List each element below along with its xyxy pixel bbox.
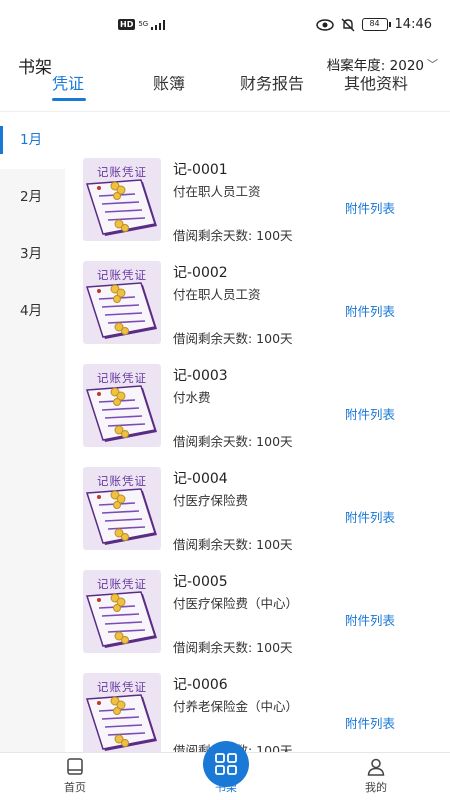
voucher-description: 付在职人员工资 [173,184,261,199]
archive-year-selector[interactable]: 档案年度: 2020 ﹀ [327,54,438,74]
tab-vouchers[interactable]: 凭证 [52,76,84,94]
nav-home[interactable]: 首页 [35,753,115,800]
signal-icon [151,19,166,30]
voucher-code: 记-0003 [173,368,228,384]
voucher-item[interactable]: 记账凭证 记-0003 付水费 借阅剩余天数: 100天 附件列表 [65,318,450,449]
voucher-item[interactable]: 记账凭证 记-0004 付医疗保险费 借阅剩余天数: 100天 附件列表 [65,421,450,552]
attachment-list-link[interactable]: 附件列表 [345,713,395,732]
voucher-description: 付在职人员工资 [173,287,261,302]
voucher-code: 记-0001 [173,162,228,178]
battery-level: 84 [369,19,380,28]
bottom-nav: 首页 书架 我的 [0,741,450,800]
active-tab-indicator [52,98,86,101]
user-icon [367,758,385,776]
tab-ledgers[interactable]: 账簿 [153,76,185,94]
month-item-4[interactable]: 4月 [0,283,65,340]
voucher-document-icon [85,694,157,751]
month-item-1[interactable]: 1月 [0,112,65,169]
voucher-code: 记-0002 [173,265,228,281]
voucher-item[interactable]: 记账凭证 记-0002 付在职人员工资 借阅剩余天数: 100天 附件列表 [65,215,450,346]
voucher-description: 付养老保险金（中心） [173,699,299,714]
network-type: 5G [138,20,149,28]
category-tabs: 凭证 账簿 财务报告 其他资料 [0,76,450,112]
book-icon [67,758,83,775]
month-item-3[interactable]: 3月 [0,226,65,283]
voucher-thumbnail[interactable]: 记账凭证 [83,673,161,752]
nav-home-label: 首页 [64,781,86,794]
status-bar: HD 5G 84 14:46 [0,0,450,50]
battery-icon: 84 [361,18,391,31]
mute-bell-icon [341,18,355,31]
voucher-description: 付医疗保险费 [173,493,249,508]
nav-bookshelf[interactable]: 书架 [186,753,266,800]
voucher-description: 付医疗保险费（中心） [173,596,299,611]
voucher-code: 记-0005 [173,574,228,590]
chevron-down-icon: ﹀ [427,58,438,71]
nav-bookshelf-label: 书架 [215,781,237,794]
voucher-list: 记账凭证 记-0001 付在职人员工资 借阅剩余天数: 100天 附件列表 记账凭证 记… [65,112,450,752]
archive-year-label: 档案年度: 2020 [326,58,424,74]
header: 书架 档案年度: 2020 ﹀ [0,50,450,78]
voucher-item[interactable]: 记账凭证 记-0005 付医疗保险费（中心） 借阅剩余天数: 100天 附件列表 [65,524,450,655]
eye-icon [315,18,334,31]
clock: 14:46 [394,17,432,32]
page-title: 书架 [18,58,52,78]
voucher-item[interactable]: 记账凭证 记-0006付养老保险金（中心）借阅剩余天数: 100天附件列表 [65,627,450,752]
month-item-2[interactable]: 2月 [0,169,65,226]
tab-financial-reports[interactable]: 财务报告 [240,76,304,94]
network-indicators: HD 5G [118,19,166,30]
voucher-code: 记-0004 [173,471,228,487]
nav-mine-label: 我的 [365,781,387,794]
voucher-item[interactable]: 记账凭证 记-0001 付在职人员工资 借阅剩余天数: 100天 附件列表 [65,112,450,243]
voucher-description: 付水费 [173,390,211,405]
tab-other-materials[interactable]: 其他资料 [344,76,408,94]
voucher-code: 记-0006 [173,677,228,693]
month-sidebar: 1月 2月 3月 4月 [0,112,65,752]
nav-mine[interactable]: 我的 [336,753,416,800]
hd-badge: HD [118,19,136,30]
